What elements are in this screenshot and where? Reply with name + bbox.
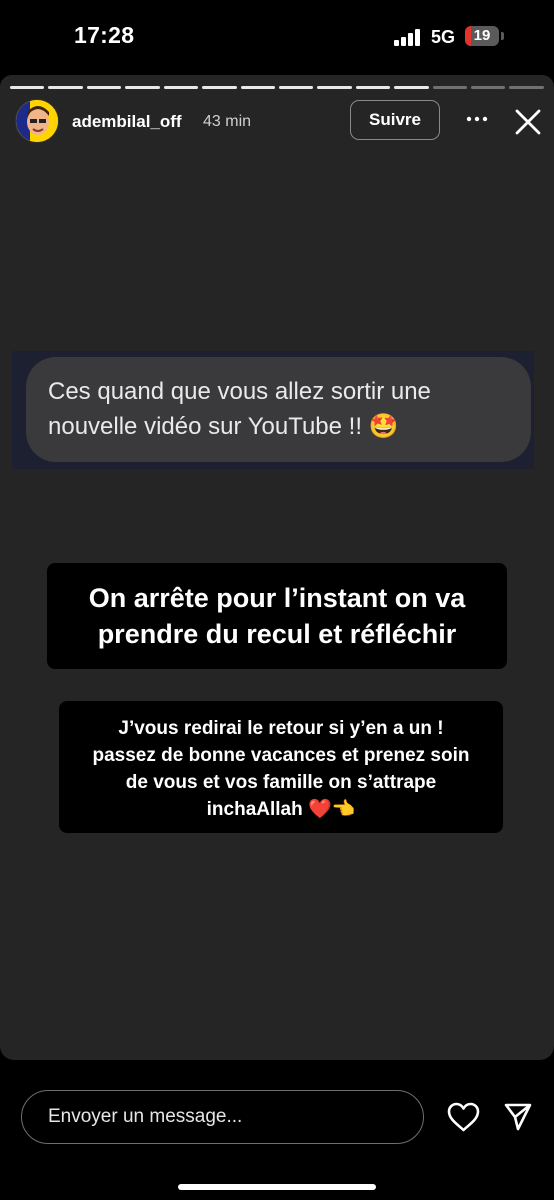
battery-percent: 19: [473, 27, 491, 44]
message-input[interactable]: Envoyer un message...: [21, 1090, 424, 1144]
send-icon[interactable]: [503, 1102, 533, 1132]
status-bar: 17:28 5G 19: [0, 0, 554, 75]
caption-1-line: prendre du recul et réfléchir: [97, 619, 457, 649]
battery-tip: [501, 32, 504, 40]
story-progress-segment: [471, 86, 506, 89]
caption-block-2: J’vous redirai le retour si y’en a un ! …: [59, 701, 503, 833]
story-progress-segment: [163, 86, 199, 89]
story-progress-segment: [509, 86, 544, 89]
story-progress-segment: [317, 86, 352, 89]
story-progress-segment: [278, 86, 314, 89]
story-progress-segment: [86, 86, 122, 89]
close-icon[interactable]: [513, 107, 543, 137]
caption-2-line: passez de bonne vacances et prenez soin: [92, 745, 470, 766]
caption-block-1: On arrête pour l’instant on va prendre d…: [47, 563, 507, 669]
story-progress-segment: [240, 86, 275, 89]
story-progress-segment: [125, 86, 160, 89]
heart-icon[interactable]: [447, 1102, 480, 1132]
username[interactable]: adembilal_off: [72, 112, 182, 132]
avatar[interactable]: [15, 99, 59, 143]
signal-icon: [394, 29, 422, 46]
caption-2-line: inchaAllah ❤️👈: [206, 799, 356, 820]
story-progress-segment: [10, 86, 45, 89]
story-progress: [10, 86, 544, 89]
story-progress-segment: [355, 86, 391, 89]
more-icon[interactable]: [465, 107, 489, 131]
question-bubble: Ces quand que vous allez sortir une nouv…: [26, 357, 531, 462]
story-progress-segment: [202, 86, 237, 89]
post-time: 43 min: [203, 113, 252, 130]
story-progress-segment: [394, 86, 429, 89]
battery-icon: 19: [465, 26, 499, 46]
network-label: 5G: [431, 27, 456, 47]
story-progress-segment: [432, 86, 468, 89]
caption-2-line: de vous et vos famille on s’attrape: [125, 772, 437, 793]
caption-2-line: J’vous redirai le retour si y’en a un !: [118, 718, 444, 739]
caption-1-line: On arrête pour l’instant on va: [88, 583, 466, 613]
follow-button[interactable]: Suivre: [350, 100, 440, 140]
clock: 17:28: [74, 22, 135, 48]
story-progress-segment: [48, 86, 83, 89]
home-indicator: [178, 1184, 376, 1190]
story-card[interactable]: adembilal_off 43 min Suivre Ces quand qu…: [0, 75, 554, 1060]
